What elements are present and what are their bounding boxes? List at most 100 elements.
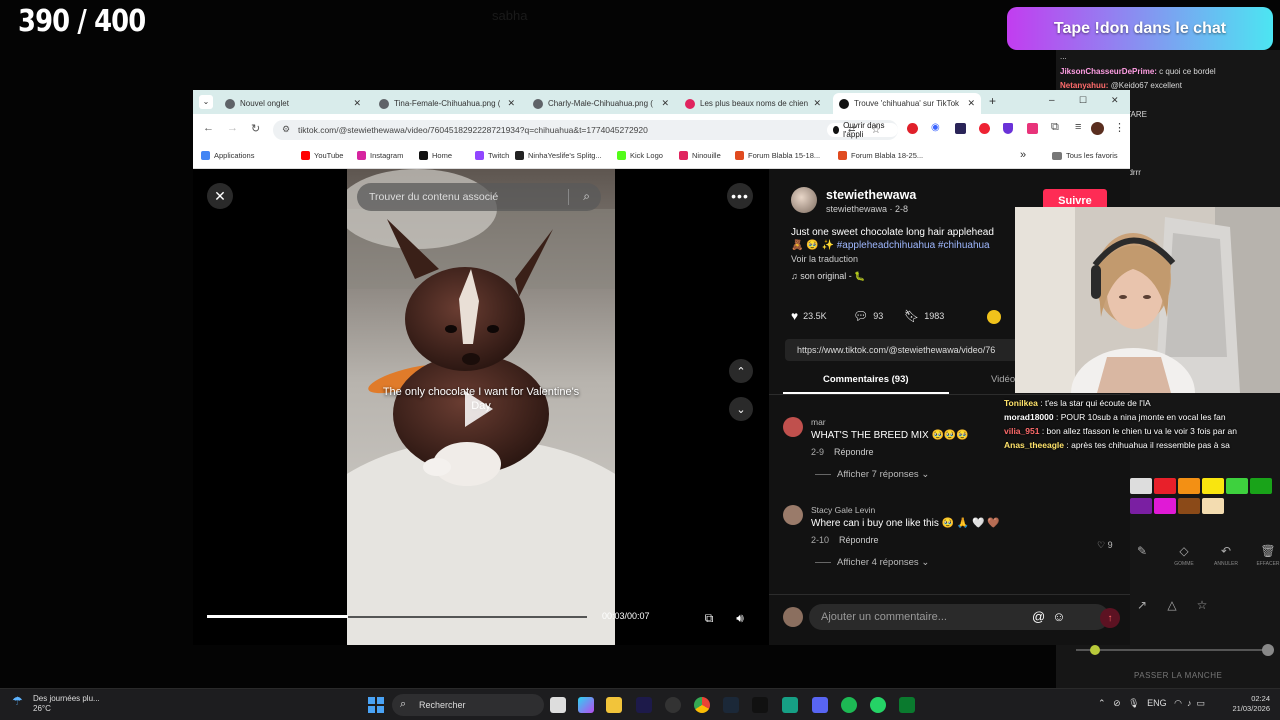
slider-knob[interactable] bbox=[1090, 645, 1100, 655]
spotify-icon[interactable] bbox=[841, 697, 857, 713]
back-icon[interactable]: ← bbox=[203, 122, 214, 134]
copilot-icon[interactable] bbox=[578, 697, 594, 713]
address-bar[interactable]: ⚙ tiktok.com/@stewiethewawa/video/760451… bbox=[273, 120, 898, 140]
show-replies-link[interactable]: Afficher 4 réponses ⌄ bbox=[815, 557, 929, 568]
author-name[interactable]: stewiethewawa bbox=[826, 188, 916, 202]
bookmark-item[interactable]: YouTube bbox=[301, 151, 343, 160]
start-icon[interactable] bbox=[368, 697, 384, 713]
tab-4[interactable]: Les plus beaux noms de chien ✕ bbox=[679, 93, 827, 114]
picture-in-picture-icon[interactable]: ⧉ bbox=[700, 609, 718, 627]
bookmark-item[interactable]: NinhaYeslife's Splitg... bbox=[515, 151, 602, 160]
gift-coin-icon[interactable] bbox=[987, 310, 1001, 324]
system-tray[interactable]: ⌃ ⊘ 🎙︎ ENG ◠ ♪ ▭ bbox=[1098, 698, 1205, 709]
tab-search-icon[interactable]: ⌄ bbox=[199, 95, 213, 109]
new-tab-button[interactable]: + bbox=[989, 94, 996, 108]
hashtag-links[interactable]: #appleheadchihuahua #chihuahua bbox=[837, 240, 990, 251]
minimize-button[interactable]: – bbox=[1049, 95, 1055, 106]
author-avatar[interactable] bbox=[791, 187, 817, 213]
open-in-app-button[interactable]: Ouvrir dans l'appli bbox=[827, 121, 898, 139]
bookmark-item[interactable]: Forum Blabla 18-25... bbox=[838, 151, 923, 160]
bookmark-item[interactable]: Twitch bbox=[475, 151, 509, 160]
like-stat[interactable]: ♥ 23.5K bbox=[791, 309, 827, 323]
reply-link[interactable]: Répondre bbox=[839, 535, 879, 545]
comment-tools[interactable]: @☺ bbox=[1032, 609, 1072, 624]
emoji-icon[interactable]: ☺ bbox=[1052, 609, 1072, 624]
color-swatch[interactable] bbox=[1202, 478, 1224, 494]
comment-like-count[interactable]: ♡ 9 bbox=[1097, 540, 1113, 551]
discord-icon[interactable] bbox=[812, 697, 828, 713]
reload-icon[interactable]: ↻ bbox=[251, 122, 260, 135]
weather-widget[interactable]: ☂ Des journées plu... 26°C bbox=[12, 694, 100, 714]
bookmark-item[interactable]: Ninouille bbox=[679, 151, 721, 160]
close-window-button[interactable]: ✕ bbox=[1111, 95, 1119, 106]
battery-icon[interactable]: ▭ bbox=[1197, 698, 1206, 708]
send-comment-button[interactable]: ↑ bbox=[1100, 608, 1120, 628]
bookmarks-overflow-icon[interactable]: » bbox=[1020, 149, 1026, 161]
star-tool-icon[interactable]: ☆ bbox=[1182, 598, 1222, 612]
color-swatch[interactable] bbox=[1154, 478, 1176, 494]
reply-link[interactable]: Répondre bbox=[834, 447, 874, 457]
tool-4[interactable]: 🗑︎ EFFACER bbox=[1248, 544, 1280, 567]
brush-size-slider[interactable] bbox=[1076, 649, 1272, 651]
commenter-avatar[interactable] bbox=[783, 417, 803, 437]
mic-icon[interactable]: 🎙︎ bbox=[1128, 698, 1139, 708]
translate-icon[interactable]: ⇄ bbox=[848, 124, 856, 135]
tab-close-icon[interactable]: ✕ bbox=[967, 98, 975, 109]
color-swatch[interactable] bbox=[1226, 478, 1248, 494]
maximize-button[interactable]: ☐ bbox=[1079, 95, 1087, 106]
premiere-icon[interactable] bbox=[636, 697, 652, 713]
tab-close-icon[interactable]: ✕ bbox=[813, 98, 821, 109]
tab-3[interactable]: Charly-Male-Chihuahua.png (✕ bbox=[527, 93, 675, 114]
tiktok-app-icon[interactable] bbox=[752, 697, 768, 713]
tab-close-icon[interactable]: ✕ bbox=[353, 98, 361, 109]
color-swatch[interactable] bbox=[1202, 498, 1224, 514]
wifi-muted-icon[interactable]: ⊘ bbox=[1113, 698, 1121, 708]
extension-red-icon[interactable] bbox=[979, 123, 990, 134]
previous-video-button[interactable]: ⌃ bbox=[729, 359, 753, 383]
commenter-avatar[interactable] bbox=[783, 505, 803, 525]
bookmark-item[interactable]: Kick Logo bbox=[617, 151, 663, 160]
mention-icon[interactable]: @ bbox=[1032, 609, 1052, 624]
language-indicator[interactable]: ENG bbox=[1147, 698, 1167, 708]
search-icon[interactable]: ⌕ bbox=[583, 189, 590, 204]
menu-icon[interactable]: ⋮ bbox=[1114, 121, 1125, 134]
tab-comments[interactable]: Commentaires (93) bbox=[823, 374, 909, 385]
volume-icon[interactable]: ♪ bbox=[1187, 698, 1192, 708]
extension-dark-icon[interactable] bbox=[955, 123, 966, 134]
tab-1[interactable]: Nouvel onglet ✕ bbox=[219, 93, 367, 114]
close-video-button[interactable]: ✕ bbox=[207, 183, 233, 209]
color-swatch[interactable] bbox=[1154, 498, 1176, 514]
commenter-name[interactable]: Stacy Gale Levin bbox=[811, 505, 875, 515]
wifi-icon[interactable]: ◠ bbox=[1174, 698, 1182, 708]
bookmark-item[interactable]: Forum Blabla 15-18... bbox=[735, 151, 820, 160]
extension-pink-icon[interactable] bbox=[1027, 123, 1038, 134]
forward-icon[interactable]: → bbox=[227, 122, 238, 134]
skip-round-label[interactable]: PASSER LA MANCHE bbox=[1134, 671, 1222, 680]
related-search-input[interactable]: Trouver du contenu associé ⌕ bbox=[357, 183, 601, 211]
color-swatch[interactable] bbox=[1130, 478, 1152, 494]
slider-end-knob[interactable] bbox=[1262, 644, 1274, 656]
site-info-icon[interactable]: ⚙ bbox=[282, 124, 290, 135]
commenter-name[interactable]: mar bbox=[811, 417, 826, 427]
bookmark-item[interactable]: Applications bbox=[201, 151, 254, 160]
play-icon[interactable] bbox=[465, 391, 493, 427]
shield-extension-icon[interactable] bbox=[1003, 123, 1013, 134]
chrome-icon[interactable] bbox=[694, 697, 710, 713]
next-video-button[interactable]: ⌄ bbox=[729, 397, 753, 421]
see-translation-link[interactable]: Voir la traduction bbox=[791, 254, 858, 264]
more-options-icon[interactable]: ••• bbox=[727, 183, 753, 209]
sound-link[interactable]: ♫ son original - 🐛 bbox=[791, 271, 866, 282]
tab-5[interactable]: Trouve 'chihuahua' sur TikTok ✕ bbox=[833, 93, 981, 114]
file-explorer-icon[interactable] bbox=[606, 697, 622, 713]
bookmark-item[interactable]: Home bbox=[419, 151, 452, 160]
tool-3[interactable]: ↶ ANNULER bbox=[1206, 544, 1246, 567]
whatsapp-icon[interactable] bbox=[870, 697, 886, 713]
task-view-icon[interactable] bbox=[550, 697, 566, 713]
bookmark-item[interactable]: Instagram bbox=[357, 151, 403, 160]
bookmark-star-icon[interactable]: ☆ bbox=[871, 123, 881, 136]
steam-icon[interactable] bbox=[723, 697, 739, 713]
color-swatch[interactable] bbox=[1250, 478, 1272, 494]
taskbar-search[interactable]: ⌕ Rechercher bbox=[392, 694, 544, 716]
all-favorites[interactable]: Tous les favoris bbox=[1052, 151, 1118, 160]
media-controls-icon[interactable]: ≡ bbox=[1075, 121, 1081, 133]
